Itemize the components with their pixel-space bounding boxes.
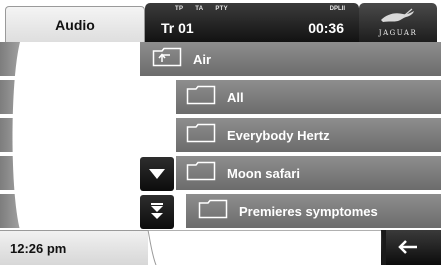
dolby-indicator: DPLII — [329, 6, 345, 12]
folder-icon — [198, 199, 228, 224]
clock-panel: 12:26 pm — [0, 230, 148, 265]
brand-badge: JAGUAR — [359, 3, 437, 42]
folder-row[interactable]: Moon safari — [176, 156, 441, 192]
folder-label: Premieres symptomes — [239, 203, 378, 219]
double-chevron-down-icon — [151, 203, 163, 219]
radio-flags: TP TA PTY — [175, 6, 238, 12]
clock: 12:26 pm — [10, 241, 67, 256]
page-down-button[interactable] — [140, 195, 174, 229]
audio-mode-label: Audio — [55, 16, 95, 33]
folder-label: All — [227, 89, 244, 105]
brand-name: JAGUAR — [378, 29, 418, 37]
header-bar: Audio TP TA PTY Tr 01 DPLII 00:36 JAGUAR — [0, 0, 441, 42]
folder-label: Everybody Hertz — [227, 127, 330, 143]
tp-flag: TP — [175, 6, 184, 12]
folder-row[interactable]: Premieres symptomes — [186, 194, 441, 230]
folder-label: Moon safari — [227, 165, 300, 181]
folder-label: Air — [193, 51, 212, 67]
footer-bar: 12:26 pm — [0, 230, 441, 265]
back-arrow-icon — [398, 240, 417, 254]
footer-divider — [147, 230, 157, 265]
folder-icon — [186, 161, 216, 186]
folder-list: Air All Everybody Hertz Moon safari Prem… — [0, 42, 441, 230]
folder-icon — [186, 85, 216, 110]
folder-up-icon — [152, 47, 182, 72]
folder-icon — [186, 123, 216, 148]
elapsed-time: 00:36 — [308, 20, 344, 36]
track-number: Tr 01 — [161, 20, 194, 36]
now-playing-panel: TP TA PTY Tr 01 DPLII 00:36 — [145, 3, 359, 42]
folder-row[interactable]: All — [176, 80, 441, 116]
ta-flag: TA — [195, 6, 204, 12]
jaguar-leaper-icon — [381, 8, 414, 22]
audio-mode-tab[interactable]: Audio — [5, 6, 145, 42]
folder-row[interactable]: Everybody Hertz — [176, 118, 441, 154]
chevron-down-icon — [149, 169, 165, 179]
audio-screen: Audio TP TA PTY Tr 01 DPLII 00:36 JAGUAR — [0, 0, 441, 265]
footer-spacer — [148, 230, 381, 265]
back-button[interactable] — [381, 230, 441, 265]
pty-flag: PTY — [215, 6, 228, 12]
scroll-down-button[interactable] — [140, 157, 174, 191]
folder-row-parent[interactable]: Air — [140, 42, 441, 78]
back-button-edge — [381, 230, 386, 265]
